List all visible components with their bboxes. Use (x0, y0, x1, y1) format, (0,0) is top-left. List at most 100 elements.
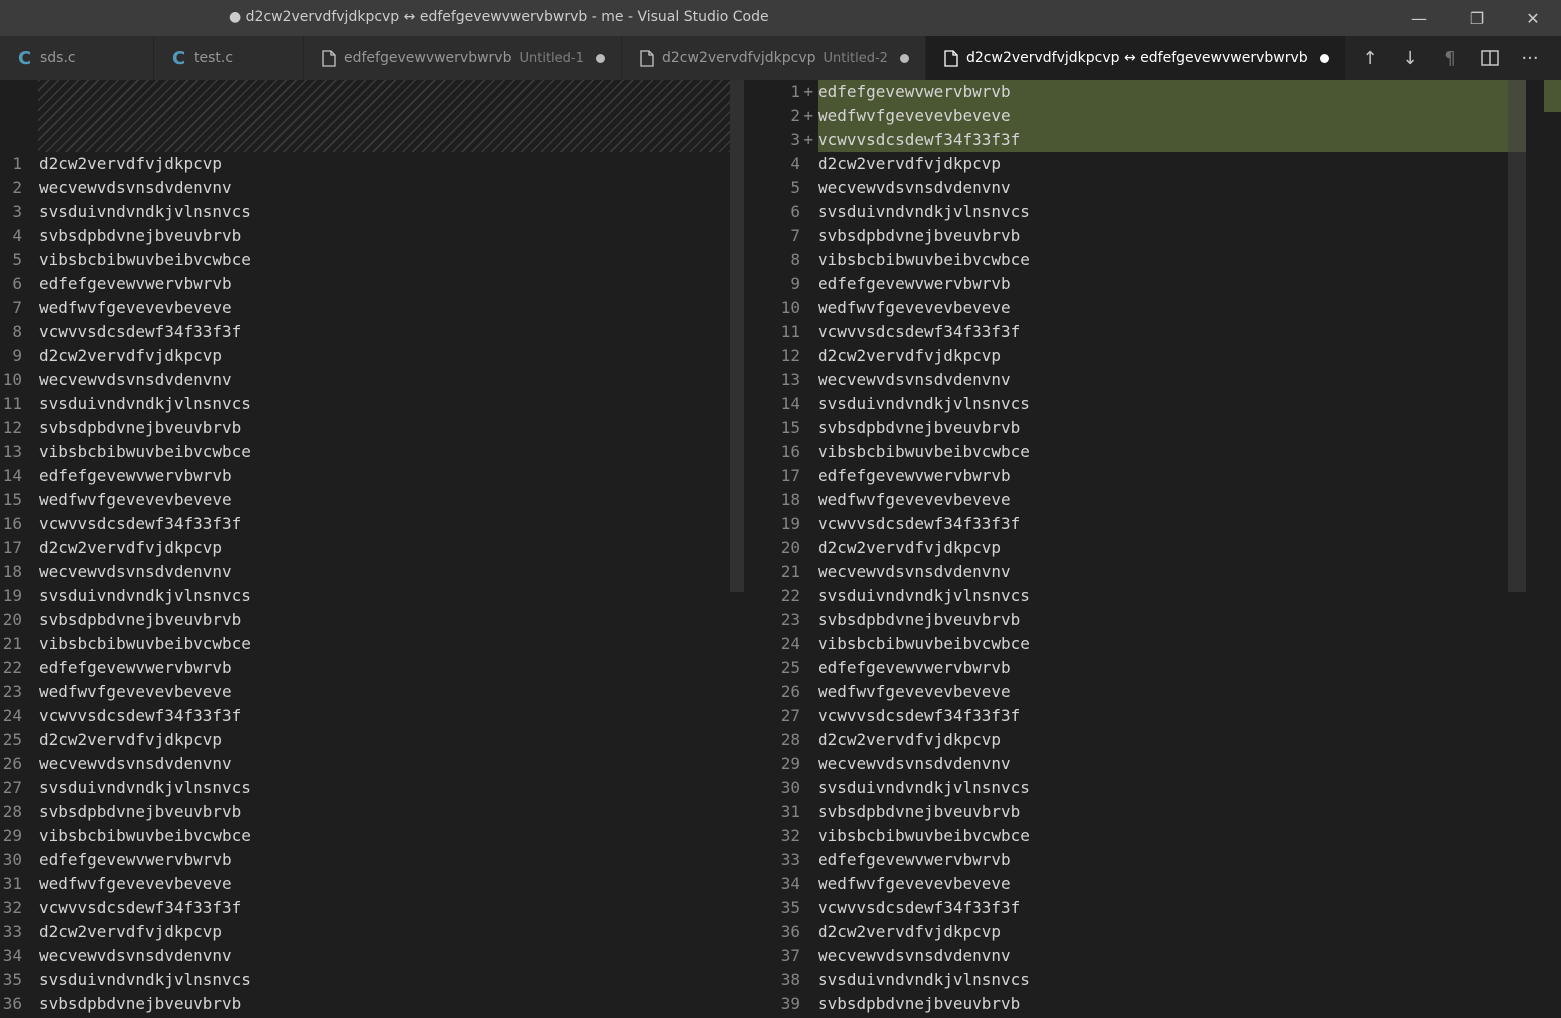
close-icon: ✕ (1526, 8, 1540, 28)
code-line: wedfwvfgevevevbeveve (818, 874, 1011, 893)
line-number: 26 (2, 754, 22, 773)
code-line: svbsdpbdvnejbveuvbrvb (39, 610, 242, 629)
file-icon (322, 49, 344, 67)
code-line: svbsdpbdvnejbveuvbrvb (818, 802, 1021, 821)
line-number: 35 (780, 898, 800, 917)
line-number: 14 (2, 466, 22, 485)
tab-label: test.c (194, 50, 234, 66)
code-line: svbsdpbdvnejbveuvbrvb (39, 418, 242, 437)
line-number: 24 (780, 634, 800, 653)
line-number: 22 (2, 658, 22, 677)
inserted-marker-icon: + (803, 106, 813, 125)
code-line: vibsbcbibwuvbeibvcwbce (818, 826, 1030, 845)
code-line: vibsbcbibwuvbeibvcwbce (818, 442, 1030, 461)
line-number: 9 (12, 346, 22, 365)
split-editor-icon (1481, 50, 1499, 66)
original-editor-pane[interactable]: 1 d2cw2vervdfvjdkpcvp 2 wecvewvdsvnsdvdenvn… (0, 80, 746, 1018)
line-number: 11 (780, 322, 800, 341)
right-scrollbar-thumb[interactable] (1508, 80, 1526, 592)
minimize-icon: — (1411, 8, 1427, 28)
code-line: svsduivndvndkjvlnsnvcs (39, 778, 251, 797)
code-line: wedfwvfgevevevbeveve (818, 490, 1011, 509)
code-line: vcwvvsdcsdewf34f33f3f (39, 514, 242, 533)
code-line: vibsbcbibwuvbeibvcwbce (39, 250, 251, 269)
unsaved-dot-icon[interactable] (899, 53, 909, 63)
line-number: 18 (2, 562, 22, 581)
code-line: wecvewvdsvnsdvdenvnv (818, 946, 1011, 965)
tab-description: Untitled-2 (823, 50, 888, 66)
code-line: edfefgevewvwervbwrvb (39, 466, 232, 485)
unsaved-dot-icon[interactable] (1319, 53, 1329, 63)
minimize-button[interactable]: — (1391, 0, 1447, 36)
c-language-icon: C (18, 47, 32, 69)
line-number: 1 (12, 154, 22, 173)
code-line: svbsdpbdvnejbveuvbrvb (818, 226, 1021, 245)
tab-test-c[interactable]: C test.c (154, 36, 304, 80)
line-number: 12 (780, 346, 800, 365)
show-whitespace-button[interactable]: ¶ (1432, 36, 1468, 80)
restore-button[interactable]: ❐ (1449, 0, 1505, 36)
code-line: vcwvvsdcsdewf34f33f3f (818, 898, 1021, 917)
code-line: wecvewvdsvnsdvdenvnv (39, 370, 232, 389)
line-number: 17 (2, 538, 22, 557)
c-language-icon: C (172, 47, 186, 69)
close-window-button[interactable]: ✕ (1505, 0, 1561, 36)
left-scrollbar-thumb[interactable] (730, 80, 744, 592)
unsaved-dot-icon[interactable] (595, 53, 605, 63)
window-title: ● d2cw2vervdfvjdkpcvp ↔ edfefgevewvwervb… (229, 9, 769, 25)
tab-diff[interactable]: d2cw2vervdfvjdkpcvp ↔ edfefgevewvwervbwr… (926, 36, 1346, 80)
code-line: edfefgevewvwervbwrvb (39, 274, 232, 293)
inserted-marker-icon: + (803, 82, 813, 101)
line-number: 7 (790, 226, 800, 245)
code-line: edfefgevewvwervbwrvb (818, 274, 1011, 293)
code-line: wecvewvdsvnsdvdenvnv (818, 178, 1011, 197)
line-number: 28 (2, 802, 22, 821)
previous-change-button[interactable]: ↑ (1352, 36, 1388, 80)
code-line: vibsbcbibwuvbeibvcwbce (39, 634, 251, 653)
line-number: 36 (780, 922, 800, 941)
diff-placeholder-hatch (38, 80, 730, 152)
tab-bar: C sds.c C test.c edfefgevewvwervbwrvb Un… (0, 36, 1561, 80)
tab-label: sds.c (40, 50, 76, 66)
line-number: 30 (2, 850, 22, 869)
line-number: 15 (780, 418, 800, 437)
tab-untitled-2[interactable]: d2cw2vervdfvjdkpcvp Untitled-2 (622, 36, 926, 80)
split-editor-button[interactable] (1472, 36, 1508, 80)
line-number: 24 (2, 706, 22, 725)
code-line: edfefgevewvwervbwrvb (818, 466, 1011, 485)
line-number: 28 (780, 730, 800, 749)
code-line: wecvewvdsvnsdvdenvnv (818, 370, 1011, 389)
arrow-up-icon: ↑ (1362, 47, 1378, 69)
code-line: d2cw2vervdfvjdkpcvp (818, 730, 1002, 749)
line-number: 30 (780, 778, 800, 797)
line-number: 10 (2, 370, 22, 389)
next-change-button[interactable]: ↓ (1392, 36, 1428, 80)
line-number: 6 (790, 202, 800, 221)
line-number: 5 (12, 250, 22, 269)
tab-sds-c[interactable]: C sds.c (0, 36, 154, 80)
line-number: 2 (12, 178, 22, 197)
line-number: 19 (2, 586, 22, 605)
inserted-code-line: vcwvvsdcsdewf34f33f3f (818, 130, 1021, 149)
line-number: 2 (790, 106, 800, 125)
file-icon (944, 49, 966, 67)
tab-label: edfefgevewvwervbwrvb (344, 50, 512, 66)
code-line: wecvewvdsvnsdvdenvnv (818, 754, 1011, 773)
ellipsis-icon: ··· (1521, 47, 1539, 69)
code-line: vcwvvsdcsdewf34f33f3f (818, 514, 1021, 533)
inserted-code-line: wedfwvfgevevevbeveve (818, 106, 1011, 125)
line-number: 20 (780, 538, 800, 557)
more-actions-button[interactable]: ··· (1512, 36, 1548, 80)
line-number: 16 (2, 514, 22, 533)
line-number: 38 (780, 970, 800, 989)
tab-untitled-1[interactable]: edfefgevewvwervbwrvb Untitled-1 (304, 36, 622, 80)
inserted-marker-icon: + (803, 130, 813, 149)
code-line: svbsdpbdvnejbveuvbrvb (39, 994, 242, 1013)
code-line: svsduivndvndkjvlnsnvcs (818, 202, 1030, 221)
modified-editor-pane[interactable]: 1 + edfefgevewvwervbwrvb 2 + wedfwvfgevevevbe… (746, 80, 1561, 1018)
line-number: 27 (2, 778, 22, 797)
code-line: svsduivndvndkjvlnsnvcs (818, 778, 1030, 797)
code-line: vibsbcbibwuvbeibvcwbce (39, 442, 251, 461)
line-number: 7 (12, 298, 22, 317)
code-line: svbsdpbdvnejbveuvbrvb (39, 226, 242, 245)
